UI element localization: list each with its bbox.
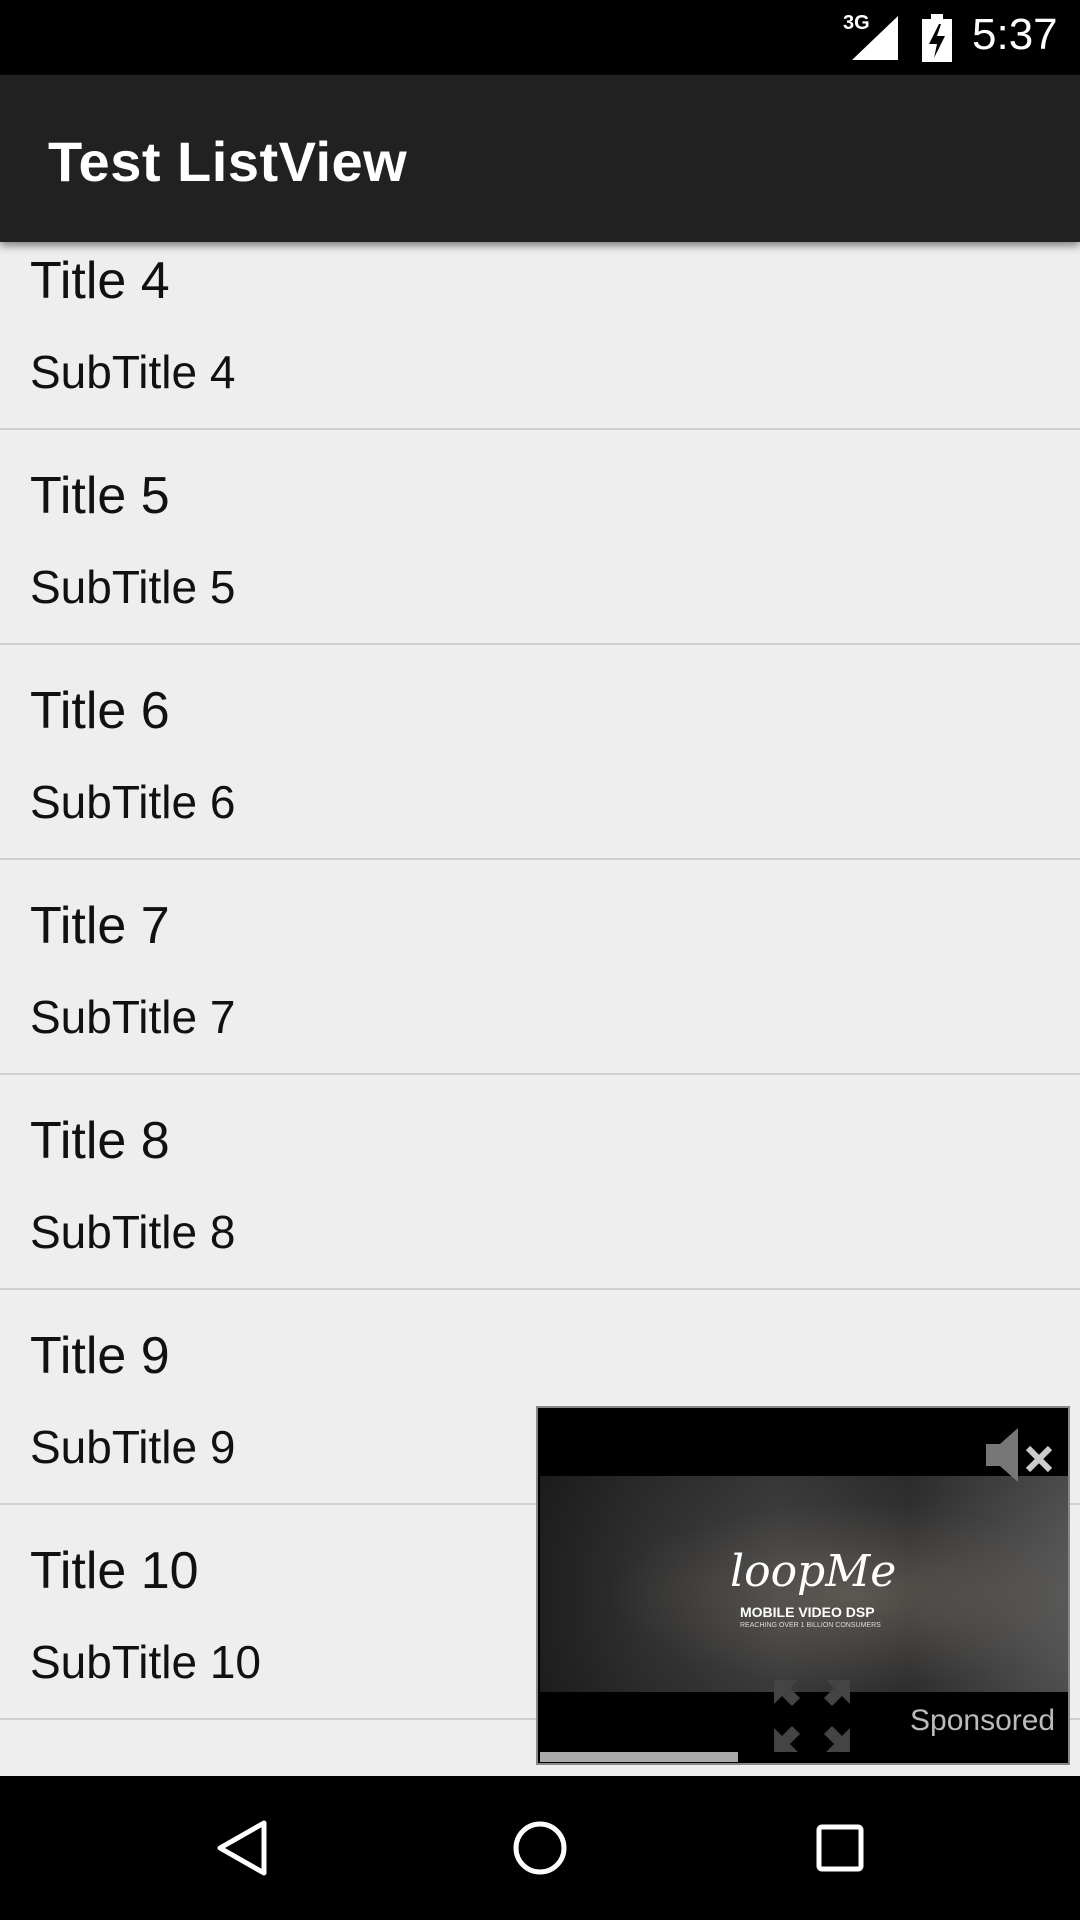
ad-tagline-small: REACHING OVER 1 BILLION CONSUMERS xyxy=(740,1622,881,1629)
list-item-subtitle: SubTitle 6 xyxy=(30,776,236,828)
clock: 5:37 xyxy=(972,10,1058,59)
list-item[interactable]: Title 6 SubTitle 6 xyxy=(0,645,1080,860)
list-item-subtitle: SubTitle 10 xyxy=(30,1636,261,1688)
list-item[interactable]: Title 7 SubTitle 7 xyxy=(0,860,1080,1075)
list-item[interactable]: Title 5 SubTitle 5 xyxy=(0,430,1080,645)
fullscreen-icon[interactable] xyxy=(774,1680,850,1752)
status-bar: 3G 5:37 xyxy=(0,0,1080,75)
ad-progress-bar xyxy=(540,1752,738,1762)
list-item[interactable]: Title 4 SubTitle 4 xyxy=(0,242,1080,430)
list-item-title: Title 8 xyxy=(30,1112,170,1170)
list-item-title: Title 7 xyxy=(30,897,170,955)
recents-button[interactable] xyxy=(770,1776,910,1920)
list-item-subtitle: SubTitle 9 xyxy=(30,1421,236,1473)
list-item-title: Title 5 xyxy=(30,467,170,525)
list-item-title: Title 4 xyxy=(30,252,170,310)
list-item-subtitle: SubTitle 5 xyxy=(30,561,236,613)
app-title: Test ListView xyxy=(48,130,408,193)
navigation-bar xyxy=(0,1776,1080,1920)
ad-logo: loopMe xyxy=(730,1546,897,1597)
sponsored-label: Sponsored xyxy=(910,1704,1056,1737)
mute-icon[interactable] xyxy=(984,1424,1056,1486)
home-button[interactable] xyxy=(470,1776,610,1920)
list-item-title: Title 6 xyxy=(30,682,170,740)
home-icon xyxy=(513,1821,567,1875)
list-item-subtitle: SubTitle 8 xyxy=(30,1206,236,1258)
list-item-title: Title 9 xyxy=(30,1327,170,1385)
app-bar: Test ListView xyxy=(0,75,1080,242)
battery-charging-icon xyxy=(922,14,952,62)
list-item-subtitle: SubTitle 4 xyxy=(30,346,236,398)
recents-icon xyxy=(816,1824,864,1872)
ad-video-frame[interactable]: loopMe MOBILE VIDEO DSP REACHING OVER 1 … xyxy=(540,1476,1068,1692)
back-button[interactable] xyxy=(172,1776,312,1920)
cell-signal-icon xyxy=(852,16,898,60)
list-item-subtitle: SubTitle 7 xyxy=(30,991,236,1043)
ad-tagline: MOBILE VIDEO DSP xyxy=(740,1604,875,1620)
list-item-title: Title 10 xyxy=(30,1542,199,1600)
list-item[interactable]: Title 8 SubTitle 8 xyxy=(0,1075,1080,1290)
back-icon xyxy=(217,1820,267,1876)
video-ad[interactable]: loopMe MOBILE VIDEO DSP REACHING OVER 1 … xyxy=(536,1406,1070,1765)
